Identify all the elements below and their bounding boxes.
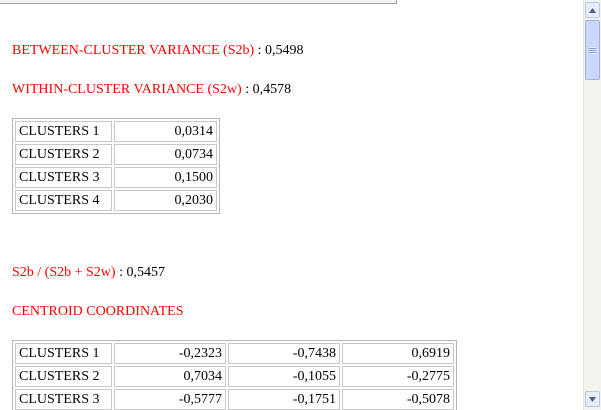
between-variance-line: BETWEEN-CLUSTER VARIANCE (S2b) : 0,5498 bbox=[12, 42, 304, 60]
cluster-variance-table: CLUSTERS 1 0,0314 CLUSTERS 2 0,0734 CLUS… bbox=[12, 118, 220, 214]
table-row: CLUSTERS 1 0,0314 bbox=[15, 121, 217, 142]
centroid-coordinate: -0,2323 bbox=[114, 343, 226, 364]
between-variance-value: : 0,5498 bbox=[254, 43, 304, 58]
cluster-variance-value: 0,0314 bbox=[114, 121, 217, 142]
top-divider bbox=[0, 0, 397, 4]
table-row: CLUSTERS 2 0,0734 bbox=[15, 144, 217, 165]
cluster-label: CLUSTERS 3 bbox=[15, 389, 112, 410]
centroid-coordinate: -0,1055 bbox=[228, 366, 340, 387]
within-variance-label: WITHIN-CLUSTER VARIANCE (S2w) bbox=[12, 82, 242, 97]
cluster-variance-value: 0,2030 bbox=[114, 190, 217, 211]
triangle-down-icon bbox=[589, 396, 596, 402]
centroid-coordinates-table: CLUSTERS 1 -0,2323 -0,7438 0,6919 CLUSTE… bbox=[12, 340, 457, 410]
ratio-value: : 0,5457 bbox=[115, 265, 165, 280]
centroid-coordinate: 0,6919 bbox=[342, 343, 454, 364]
between-variance-label: BETWEEN-CLUSTER VARIANCE (S2b) bbox=[12, 43, 255, 58]
cluster-label: CLUSTERS 2 bbox=[15, 144, 112, 165]
vertical-scrollbar[interactable] bbox=[583, 0, 601, 410]
triangle-up-icon bbox=[589, 7, 596, 13]
document-viewport: BETWEEN-CLUSTER VARIANCE (S2b) : 0,5498 … bbox=[0, 0, 583, 410]
table-row: CLUSTERS 1 -0,2323 -0,7438 0,6919 bbox=[15, 343, 454, 364]
centroid-title: CENTROID COORDINATES bbox=[12, 304, 184, 319]
centroid-coordinate: 0,7034 bbox=[114, 366, 226, 387]
ratio-label: S2b / (S2b + S2w) bbox=[12, 265, 116, 280]
within-variance-value: : 0,4578 bbox=[241, 82, 292, 97]
cluster-label: CLUSTERS 1 bbox=[15, 343, 112, 364]
ratio-line: S2b / (S2b + S2w) : 0,5457 bbox=[12, 264, 165, 282]
table-row: CLUSTERS 4 0,2030 bbox=[15, 190, 217, 211]
table-row: CLUSTERS 3 -0,5777 -0,1751 -0,5078 bbox=[15, 389, 454, 410]
scroll-up-button[interactable] bbox=[585, 2, 600, 18]
grip-icon bbox=[589, 46, 596, 54]
centroid-coordinate: -0,1751 bbox=[228, 389, 340, 410]
centroid-coordinate: -0,5078 bbox=[342, 389, 454, 410]
cluster-variance-value: 0,0734 bbox=[114, 144, 217, 165]
centroid-coordinate: -0,7438 bbox=[228, 343, 340, 364]
table-row: CLUSTERS 2 0,7034 -0,1055 -0,2775 bbox=[15, 366, 454, 387]
table-row: CLUSTERS 3 0,1500 bbox=[15, 167, 217, 188]
cluster-label: CLUSTERS 2 bbox=[15, 366, 112, 387]
centroid-coordinate: -0,5777 bbox=[114, 389, 226, 410]
scroll-down-button[interactable] bbox=[585, 391, 600, 407]
centroid-coordinate: -0,2775 bbox=[342, 366, 454, 387]
cluster-label: CLUSTERS 4 bbox=[15, 190, 112, 211]
scroll-thumb[interactable] bbox=[585, 20, 600, 80]
cluster-variance-value: 0,1500 bbox=[114, 167, 217, 188]
cluster-label: CLUSTERS 3 bbox=[15, 167, 112, 188]
within-variance-line: WITHIN-CLUSTER VARIANCE (S2w) : 0,4578 bbox=[12, 81, 291, 99]
cluster-label: CLUSTERS 1 bbox=[15, 121, 112, 142]
